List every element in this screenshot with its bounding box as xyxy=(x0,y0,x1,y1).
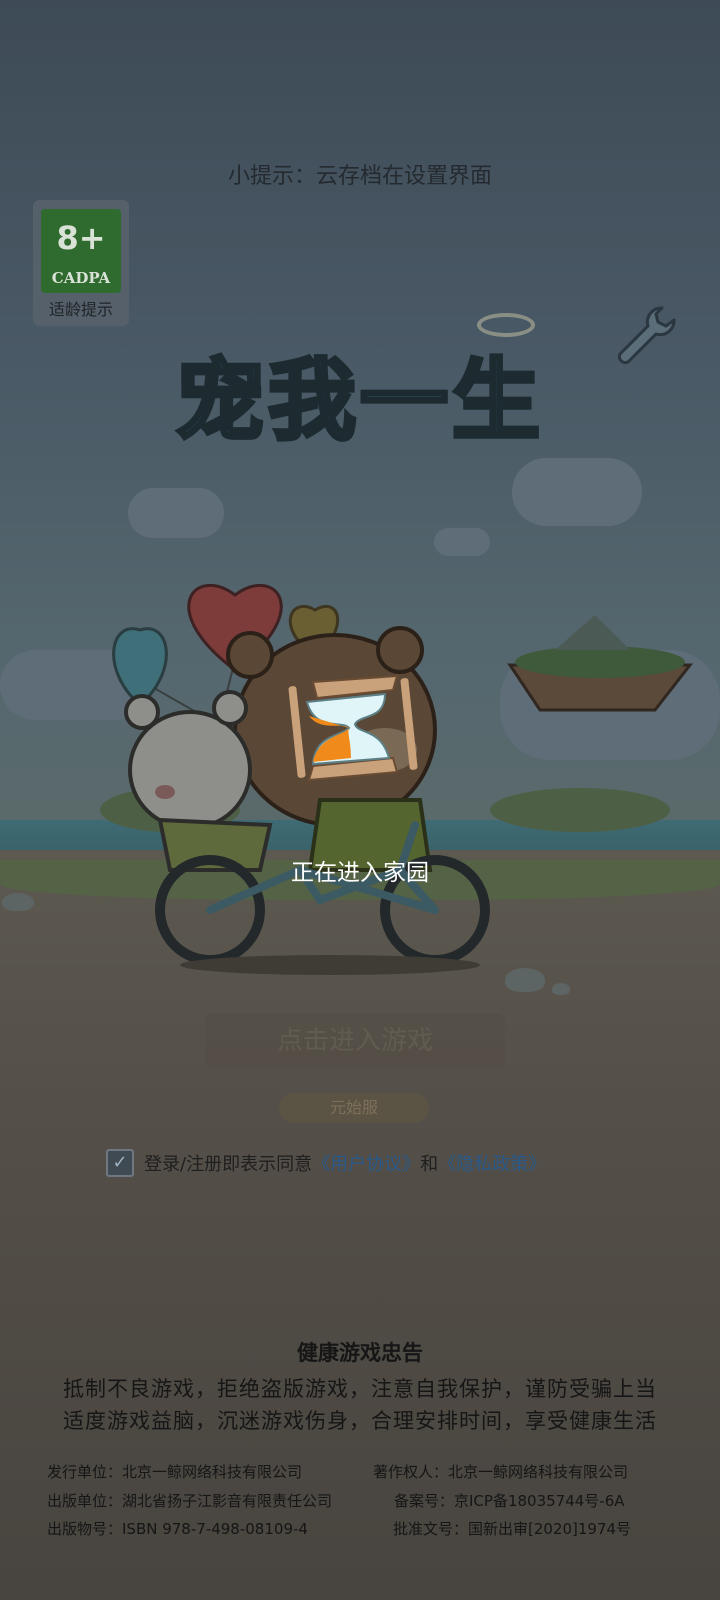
settings-wrench-icon[interactable] xyxy=(610,300,680,370)
publishing-unit-info: 出版单位：湖北省扬子江影音有限责任公司 xyxy=(47,1492,333,1510)
cloud xyxy=(434,528,490,556)
isbn-info: 出版物号：ISBN 978-7-498-08109-4 xyxy=(47,1520,308,1538)
cloud-save-tip: 小提示：云存档在设置界面 xyxy=(227,164,492,189)
age-rating-brand: CADPA xyxy=(51,269,111,287)
agreement-conjunction: 和 xyxy=(420,1154,439,1175)
privacy-policy-link[interactable]: 《隐私政策》 xyxy=(438,1150,546,1176)
publisher-info: 发行单位：北京一鲸网络科技有限公司 xyxy=(47,1463,303,1481)
server-select-button[interactable]: 元始服 xyxy=(279,1093,429,1123)
stone xyxy=(2,893,34,911)
copyright-owner-info: 著作权人：北京一鲸网络科技有限公司 xyxy=(373,1463,629,1481)
user-agreement-link[interactable]: 《用户协议》 xyxy=(312,1150,420,1176)
enter-game-button[interactable]: 点击进入游戏 xyxy=(205,1013,505,1069)
loading-status-text: 正在进入家园 xyxy=(291,860,429,886)
hourglass-loading-icon xyxy=(288,674,418,782)
health-notice-line-1: 抵制不良游戏，拒绝盗版游戏，注意自我保护，谨防受骗上当 xyxy=(63,1377,657,1401)
cloud xyxy=(512,458,642,526)
record-number-info: 备案号：京ICP备18035744号-6A xyxy=(394,1492,625,1510)
health-notice-title: 健康游戏忠告 xyxy=(297,1341,423,1365)
age-rating-badge[interactable]: 8+ CADPA 适龄提示 xyxy=(33,200,129,326)
game-logo: 宠我一生 xyxy=(174,347,544,454)
agreement-checkbox[interactable]: ✓ xyxy=(106,1149,134,1177)
age-rating-number: 8+ xyxy=(56,219,106,257)
age-rating-label: 适龄提示 xyxy=(48,300,113,319)
cloud xyxy=(128,488,224,538)
age-rating-icon: 8+ CADPA xyxy=(41,209,121,293)
approval-number-info: 批准文号：国新出审[2020]1974号 xyxy=(393,1520,632,1538)
health-notice-line-2: 适度游戏益脑，沉迷游戏伤身，合理安排时间，享受健康生活 xyxy=(63,1409,657,1433)
agreement-text: 登录/注册即表示同意 xyxy=(144,1154,313,1175)
agreement-row: ✓ 登录/注册即表示同意 《用户协议》 和 《隐私政策》 xyxy=(106,1147,546,1179)
